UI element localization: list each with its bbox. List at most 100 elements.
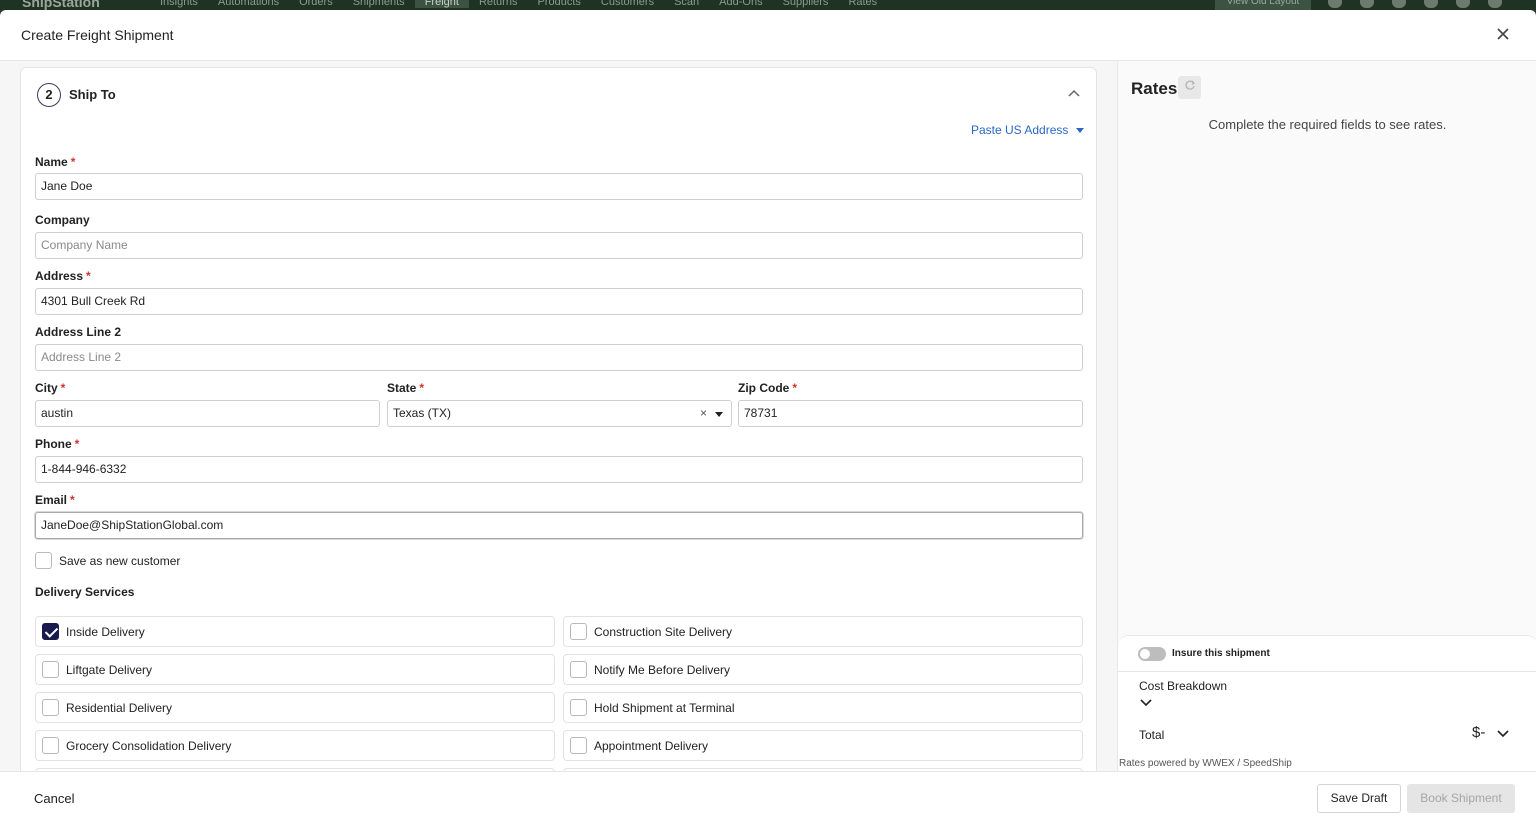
hold-shipment-at-terminal-checkbox[interactable]	[570, 699, 587, 716]
city-input[interactable]: austin	[35, 400, 380, 427]
notify-me-before-delivery-checkbox[interactable]	[570, 661, 587, 678]
chevron-down-icon[interactable]	[1496, 729, 1510, 739]
modal-footer: Cancel Save Draft Book Shipment	[0, 771, 1536, 825]
save-draft-button[interactable]: Save Draft	[1317, 784, 1401, 813]
required-mark: *	[60, 381, 66, 395]
address-label: Address *	[35, 269, 91, 283]
address-line-2-label: Address Line 2	[35, 325, 122, 339]
caret-down-icon[interactable]	[715, 412, 723, 417]
insure-shipment-toggle[interactable]	[1138, 647, 1166, 661]
nav-products[interactable]: Products	[527, 0, 590, 8]
company-input[interactable]: Company Name	[35, 232, 1083, 259]
state-label: State *	[387, 381, 425, 395]
service-residential-delivery[interactable]: Residential Delivery	[35, 692, 555, 723]
total-label: Total	[1139, 728, 1165, 742]
service-construction-site-delivery[interactable]: Construction Site Delivery	[563, 616, 1083, 647]
state-select[interactable]: Texas (TX) ×	[387, 400, 732, 427]
cancel-button[interactable]: Cancel	[34, 791, 74, 806]
city-label: City *	[35, 381, 66, 395]
required-mark: *	[74, 437, 80, 451]
nav-scan[interactable]: Scan	[664, 0, 709, 8]
required-mark: *	[86, 269, 91, 283]
service-label: Liftgate Delivery	[66, 663, 153, 677]
nav-freight[interactable]: Freight	[414, 0, 469, 8]
phone-label: Phone *	[35, 437, 80, 451]
service-notify-me-before-delivery[interactable]: Notify Me Before Delivery	[563, 654, 1083, 685]
rates-powered-by: Rates powered by WWEX / SpeedShip	[1119, 758, 1292, 769]
nav-orders[interactable]: Orders	[289, 0, 343, 8]
book-shipment-button[interactable]: Book Shipment	[1407, 784, 1515, 813]
required-mark: *	[792, 381, 797, 395]
service-label: Residential Delivery	[66, 701, 173, 715]
nav-shipments[interactable]: Shipments	[343, 0, 415, 8]
phone-input[interactable]: 1-844-946-6332	[35, 456, 1083, 483]
refresh-rates-button[interactable]	[1178, 76, 1201, 99]
total-value: $-	[1472, 724, 1486, 741]
paste-us-address-label: Paste US Address	[971, 123, 1069, 137]
state-value: Texas (TX)	[393, 406, 452, 420]
step-number: 2	[37, 83, 61, 107]
address-line-2-input[interactable]: Address Line 2	[35, 344, 1083, 371]
service-appointment-delivery[interactable]: Appointment Delivery	[563, 730, 1083, 761]
save-new-customer-label: Save as new customer	[59, 554, 181, 568]
chevron-up-icon[interactable]	[1067, 86, 1081, 100]
service-label: Grocery Consolidation Delivery	[66, 739, 232, 753]
residential-delivery-checkbox[interactable]	[42, 699, 59, 716]
chevron-down-icon[interactable]	[1139, 698, 1153, 708]
zip-code-input[interactable]: 78731	[738, 400, 1083, 427]
save-new-customer-checkbox[interactable]	[35, 552, 52, 569]
cost-summary-panel: Insure this shipment Cost Breakdown Tota…	[1118, 635, 1536, 771]
rates-empty-message: Complete the required fields to see rate…	[1208, 117, 1447, 132]
divider	[1118, 671, 1536, 672]
grocery-consolidation-delivery-checkbox[interactable]	[42, 737, 59, 754]
appointment-delivery-checkbox[interactable]	[570, 737, 587, 754]
nav-add-ons[interactable]: Add-Ons	[709, 0, 772, 8]
close-icon[interactable]	[1494, 26, 1512, 44]
service-label: Construction Site Delivery	[594, 625, 733, 639]
app-logo: ShipStation	[22, 0, 100, 10]
ship-to-card: 2 Ship To Paste US Address Name * Jane Do…	[20, 67, 1097, 771]
modal-header: Create Freight Shipment	[0, 10, 1536, 61]
service-label: Hold Shipment at Terminal	[594, 701, 735, 715]
zip-code-label: Zip Code *	[738, 381, 797, 395]
company-label: Company	[35, 213, 90, 227]
gear-icon[interactable]	[1392, 0, 1406, 8]
paste-us-address-link[interactable]: Paste US Address	[971, 123, 1085, 137]
service-grocery-consolidation-delivery[interactable]: Grocery Consolidation Delivery	[35, 730, 555, 761]
email-label: Email *	[35, 493, 75, 507]
bell-icon[interactable]	[1424, 0, 1438, 8]
help-icon[interactable]	[1456, 0, 1470, 8]
caret-down-icon	[1076, 127, 1085, 133]
nav-rates[interactable]: Rates	[838, 0, 887, 8]
cost-breakdown-label: Cost Breakdown	[1139, 679, 1228, 693]
service-hold-shipment-at-terminal[interactable]: Hold Shipment at Terminal	[563, 692, 1083, 723]
insure-shipment-label: Insure this shipment	[1172, 648, 1270, 659]
nav-automations[interactable]: Automations	[208, 0, 289, 8]
document-icon[interactable]	[1360, 0, 1374, 8]
nav-suppliers[interactable]: Suppliers	[773, 0, 839, 8]
user-icon[interactable]	[1488, 0, 1502, 8]
service-label: Notify Me Before Delivery	[594, 663, 731, 677]
section-title: Ship To	[69, 87, 116, 102]
name-label: Name *	[35, 155, 76, 169]
name-input[interactable]: Jane Doe	[35, 173, 1083, 200]
inside-delivery-checkbox[interactable]	[42, 623, 59, 640]
refresh-icon[interactable]	[1328, 0, 1342, 8]
email-input[interactable]: JaneDoe@ShipStationGlobal.com	[35, 512, 1083, 539]
nav-returns[interactable]: Returns	[469, 0, 528, 8]
construction-site-delivery-checkbox[interactable]	[570, 623, 587, 640]
clear-icon[interactable]: ×	[700, 401, 707, 426]
view-old-layout-button[interactable]: View Old Layout	[1215, 0, 1311, 10]
nav-insights[interactable]: Insights	[150, 0, 208, 8]
app-bar-icons	[1328, 0, 1502, 8]
nav-customers[interactable]: Customers	[591, 0, 664, 8]
service-liftgate-delivery[interactable]: Liftgate Delivery	[35, 654, 555, 685]
form-pane[interactable]: 2 Ship To Paste US Address Name * Jane Do…	[0, 61, 1117, 771]
service-inside-delivery[interactable]: Inside Delivery	[35, 616, 555, 647]
liftgate-delivery-checkbox[interactable]	[42, 661, 59, 678]
service-label: Appointment Delivery	[594, 739, 709, 753]
refresh-icon	[1185, 80, 1195, 90]
required-mark: *	[70, 493, 75, 507]
address-input[interactable]: 4301 Bull Creek Rd	[35, 288, 1083, 315]
required-mark: *	[419, 381, 425, 395]
